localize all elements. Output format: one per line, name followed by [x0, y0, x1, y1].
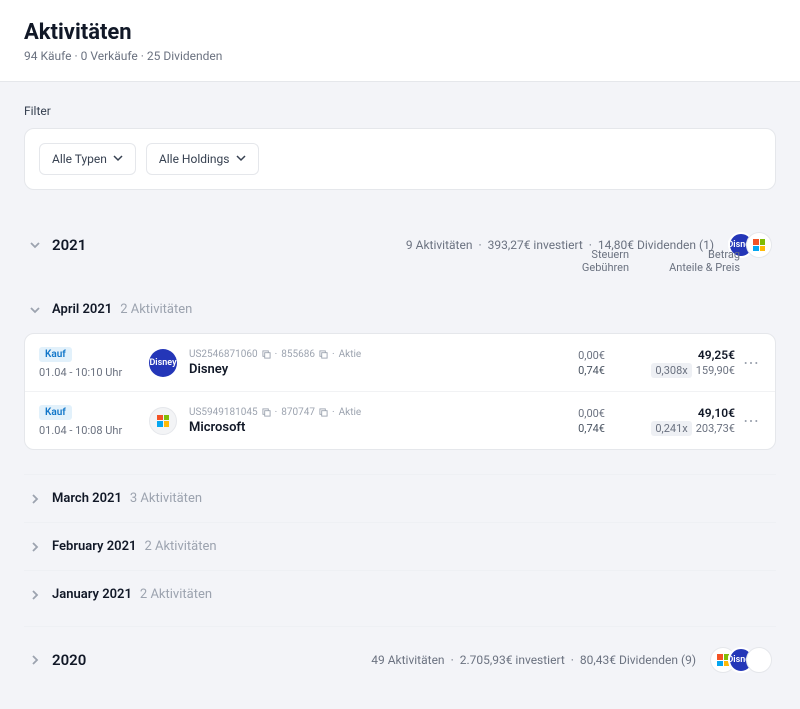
- activity-type-badge: Kauf: [39, 347, 72, 362]
- chevron-down-icon: [236, 152, 246, 166]
- year-title: 2020: [52, 651, 86, 669]
- activity-meta: US5949181045 · 870747 · Aktie: [189, 407, 525, 418]
- activity-name: Disney: [189, 362, 525, 377]
- page-title: Aktivitäten: [24, 20, 776, 45]
- month-header-january[interactable]: January 2021 2 Aktivitäten: [24, 570, 776, 618]
- microsoft-logo-icon: [746, 232, 772, 258]
- more-actions-button[interactable]: ⋯: [741, 411, 761, 430]
- activity-date: 01.04 - 10:08 Uhr: [39, 424, 149, 437]
- activity-date: 01.04 - 10:10 Uhr: [39, 366, 149, 379]
- year-title: 2021: [52, 236, 86, 254]
- year-stats: 49 Aktivitäten · 2.705,93€ investiert · …: [371, 647, 772, 673]
- activity-type-badge: Kauf: [39, 405, 72, 420]
- month-header-march[interactable]: March 2021 3 Aktivitäten: [24, 474, 776, 522]
- activity-amount: 49,25€ 0,308x159,90€: [605, 348, 735, 377]
- copy-icon[interactable]: [262, 350, 271, 359]
- activity-name: Microsoft: [189, 420, 525, 435]
- filter-holdings-dropdown[interactable]: Alle Holdings: [146, 143, 259, 175]
- activity-row[interactable]: Kauf 01.04 - 10:10 Uhr Disney US25468710…: [25, 334, 775, 391]
- copy-icon[interactable]: [319, 408, 328, 417]
- more-actions-button[interactable]: ⋯: [741, 353, 761, 372]
- activity-tax-fee: 0,00€ 0,74€: [525, 349, 605, 377]
- chevron-down-icon: [28, 303, 42, 317]
- activity-row[interactable]: Kauf 01.04 - 10:08 Uhr US5949181045 · 87…: [25, 391, 775, 449]
- header-summary: 94 Käufe · 0 Verkäufe · 25 Dividenden: [24, 49, 776, 63]
- chevron-right-icon: [28, 540, 42, 554]
- disney-logo-icon: Disney: [149, 349, 177, 377]
- page-header: Aktivitäten 94 Käufe · 0 Verkäufe · 25 D…: [0, 0, 800, 82]
- month-header-february[interactable]: February 2021 2 Aktivitäten: [24, 522, 776, 570]
- copy-icon[interactable]: [319, 350, 328, 359]
- apple-logo-icon: [746, 647, 772, 673]
- activity-amount: 49,10€ 0,241x203,73€: [605, 406, 735, 435]
- activity-tax-fee: 0,00€ 0,74€: [525, 407, 605, 435]
- filter-types-dropdown[interactable]: Alle Typen: [39, 143, 136, 175]
- chevron-right-icon: [28, 653, 42, 667]
- chevron-right-icon: [28, 588, 42, 602]
- chevron-down-icon: [28, 238, 42, 252]
- activity-meta: US2546871060 · 855686 · Aktie: [189, 349, 525, 360]
- year-avatars: Disney: [710, 647, 772, 673]
- chevron-down-icon: [113, 152, 123, 166]
- year-row-2020[interactable]: 2020 49 Aktivitäten · 2.705,93€ investie…: [24, 626, 776, 687]
- chevron-right-icon: [28, 492, 42, 506]
- month-header-april[interactable]: April 2021 2 Aktivitäten: [24, 292, 776, 327]
- filter-label: Filter: [24, 104, 776, 118]
- filter-panel: Alle Typen Alle Holdings: [24, 128, 776, 190]
- copy-icon[interactable]: [262, 408, 271, 417]
- activity-list: Kauf 01.04 - 10:10 Uhr Disney US25468710…: [24, 333, 776, 450]
- microsoft-logo-icon: [149, 407, 177, 435]
